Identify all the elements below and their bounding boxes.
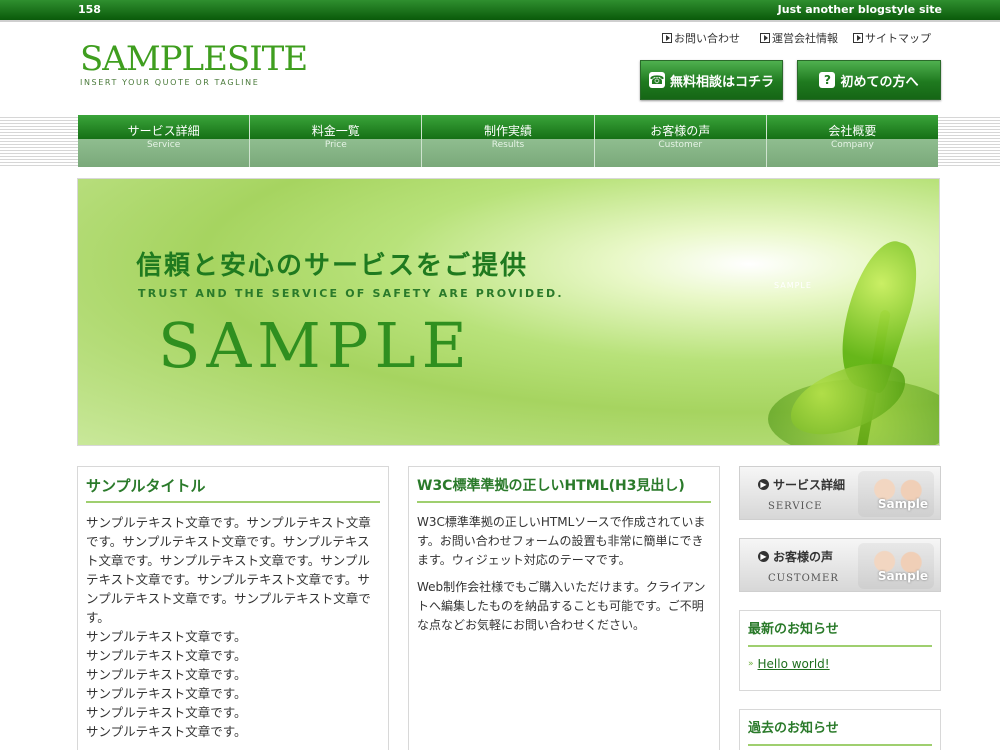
logo-name: SAMPLESITE bbox=[80, 39, 308, 79]
button-label: 無料相談はコチラ bbox=[669, 74, 774, 90]
arrow-circle-icon: ▶ bbox=[758, 479, 769, 490]
side-button-label: サービス詳細 bbox=[773, 478, 846, 492]
sample-content-box: サンプルタイトル サンプルテキスト文章です。サンプルテキスト文章です。サンプルテ… bbox=[77, 466, 389, 750]
nav-sublabel: Results bbox=[491, 140, 525, 150]
side-button-customer[interactable]: ▶ お客様の声 CUSTOMER Sample bbox=[739, 538, 941, 592]
free-consult-button[interactable]: ☎ 無料相談はコチラ bbox=[640, 60, 783, 100]
sample-line: サンプルテキスト文章です。 bbox=[86, 667, 247, 682]
util-link-company[interactable]: 運営会社情報 bbox=[760, 31, 838, 45]
nav-item-customer[interactable]: お客様の声 Customer bbox=[594, 115, 767, 167]
phone-icon: ☎ bbox=[648, 72, 665, 88]
news-link[interactable]: Hello world! bbox=[758, 657, 830, 671]
hero-banner: 信頼と安心のサービスをご提供 TRUST AND THE SERVICE OF … bbox=[77, 178, 940, 446]
side-button-label-row: ▶ サービス詳細 bbox=[758, 476, 845, 493]
w3c-paragraph: W3C標準準拠の正しいHTMLソースで作成されています。お問い合わせフォームの設… bbox=[417, 515, 706, 567]
hero-heading: 信頼と安心のサービスをご提供 bbox=[136, 251, 529, 281]
chevron-right-icon: » bbox=[748, 659, 754, 669]
nav-label: お客様の声 bbox=[650, 124, 711, 138]
nav-item-price[interactable]: 料金一覧 Price bbox=[250, 115, 423, 167]
first-time-button[interactable]: ? 初めての方へ bbox=[797, 60, 941, 100]
side-button-label-row: ▶ お客様の声 bbox=[758, 548, 833, 565]
nav-label: 料金一覧 bbox=[311, 124, 360, 138]
arrow-box-icon bbox=[760, 33, 770, 43]
arrow-box-icon bbox=[853, 33, 863, 43]
hero-subheading: TRUST AND THE SERVICE OF SAFETY ARE PROV… bbox=[138, 287, 564, 300]
site-logo[interactable]: SAMPLESITE INSERT YOUR QUOTE OR TAGLINE bbox=[80, 39, 308, 87]
util-link-label: サイトマップ bbox=[865, 32, 931, 45]
customer-photo: Sample bbox=[858, 543, 934, 589]
sample-line: サンプルテキスト文章です。 bbox=[86, 648, 247, 663]
logo-tagline: INSERT YOUR QUOTE OR TAGLINE bbox=[80, 78, 260, 87]
sample-line: サンプルテキスト文章です。 bbox=[86, 705, 247, 720]
past-news-box: 過去のお知らせ bbox=[739, 709, 941, 750]
util-link-sitemap[interactable]: サイトマップ bbox=[853, 31, 931, 45]
sample-line: サンプルテキスト文章です。 bbox=[86, 724, 247, 739]
util-link-label: 運営会社情報 bbox=[772, 32, 838, 45]
box-title: 最新のお知らせ bbox=[748, 621, 932, 647]
button-label: 初めての方へ bbox=[840, 74, 919, 90]
nav-sublabel: Price bbox=[324, 140, 347, 150]
arrow-circle-icon: ▶ bbox=[758, 551, 769, 562]
arrow-box-icon bbox=[662, 33, 672, 43]
w3c-paragraph: Web制作会社様でもご購入いただけます。クライアントへ編集したものを納品すること… bbox=[417, 580, 706, 632]
staff-photo: Sample bbox=[858, 471, 934, 517]
nav-item-results[interactable]: 制作実績 Results bbox=[422, 115, 595, 167]
hero-watermark: SAMPLE bbox=[774, 281, 812, 290]
box-title: 過去のお知らせ bbox=[748, 720, 932, 746]
side-button-en: CUSTOMER bbox=[768, 573, 839, 584]
site-tagline: Just another blogstyle site bbox=[777, 3, 942, 16]
box-body: W3C標準準拠の正しいHTMLソースで作成されています。お問い合わせフォームの設… bbox=[417, 513, 711, 635]
util-link-contact[interactable]: お問い合わせ bbox=[662, 31, 740, 45]
nav-item-company[interactable]: 会社概要 Company bbox=[766, 115, 939, 167]
nav-sublabel: Company bbox=[831, 140, 874, 150]
w3c-content-box: W3C標準準拠の正しいHTML(H3見出し) W3C標準準拠の正しいHTMLソー… bbox=[408, 466, 720, 750]
nav-sublabel: Service bbox=[146, 140, 181, 150]
photo-caption: Sample bbox=[877, 497, 928, 511]
box-title: サンプルタイトル bbox=[86, 477, 380, 503]
nav-item-service[interactable]: サービス詳細 Service bbox=[78, 115, 251, 167]
news-item: » Hello world! bbox=[748, 657, 940, 671]
box-title: W3C標準準拠の正しいHTML(H3見出し) bbox=[417, 477, 711, 503]
photo-caption: Sample bbox=[877, 569, 928, 583]
side-button-service[interactable]: ▶ サービス詳細 SERVICE Sample bbox=[739, 466, 941, 520]
global-nav: サービス詳細 Service 料金一覧 Price 制作実績 Results お… bbox=[78, 115, 939, 167]
nav-label: サービス詳細 bbox=[127, 124, 200, 138]
util-link-label: お問い合わせ bbox=[674, 32, 740, 45]
top-bar: 158 Just another blogstyle site bbox=[0, 0, 1000, 22]
site-number: 158 bbox=[78, 3, 101, 16]
sample-paragraph: サンプルテキスト文章です。サンプルテキスト文章です。サンプルテキスト文章です。サ… bbox=[86, 515, 371, 625]
sample-line: サンプルテキスト文章です。 bbox=[86, 686, 247, 701]
side-button-en: SERVICE bbox=[768, 501, 823, 512]
question-icon: ? bbox=[819, 72, 836, 88]
box-body: サンプルテキスト文章です。サンプルテキスト文章です。サンプルテキスト文章です。サ… bbox=[86, 513, 380, 741]
nav-label: 会社概要 bbox=[828, 124, 877, 138]
side-button-label: お客様の声 bbox=[773, 550, 834, 564]
hero-big-text: SAMPLE bbox=[158, 309, 473, 382]
sample-line: サンプルテキスト文章です。 bbox=[86, 629, 247, 644]
nav-label: 制作実績 bbox=[484, 124, 533, 138]
nav-sublabel: Customer bbox=[658, 140, 703, 150]
latest-news-box: 最新のお知らせ » Hello world! bbox=[739, 610, 941, 691]
